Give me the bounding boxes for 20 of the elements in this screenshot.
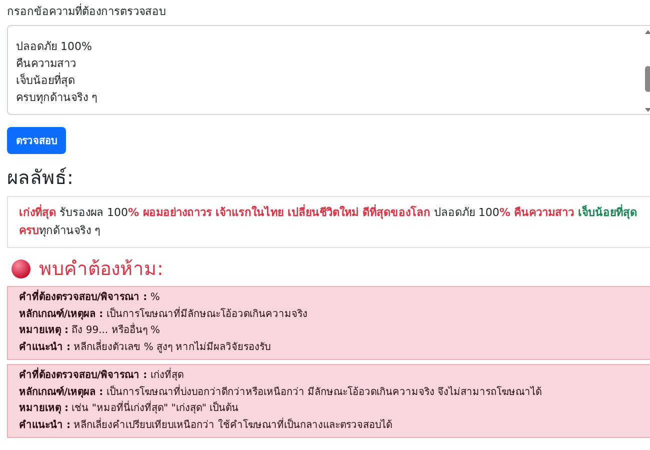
finding-line: คำแนะนำ : หลีกเลี่ยงคำเปรียบเทียบเหนือกว่า ใช้คำโฆษณาที่เป็นกลางและตรวจสอบได้ [19,418,392,432]
findings-heading: พบคำต้องห้าม: [39,257,164,281]
alert-dot-icon [11,259,31,279]
text-line: ครบทุกด้านจริง ๆ [16,90,98,106]
finding-line: หลักเกณฑ์/เหตุผล : เป็นการโฆษณาที่มีลักษณะโอ้อวดเกินความจริง [19,306,308,322]
field-label: กรอกข้อความที่ต้องการตรวจสอบ [7,2,167,20]
result-text: เก่งที่สุด รับรองผล 100% ผอมอย่างถาวร เจ้าแรกในไทย เปลี่ยนชีวิตใหม่ ดีที่สุดของโลก ปลอดภัย 100% คืนความสาว เจ็บน้อยที่สุด ครบทุกด้านจริง ๆ [7,196,650,248]
check-button[interactable]: ตรวจสอบ [7,127,66,154]
scrollbar[interactable] [644,28,650,114]
text-line: คืนความสาว [16,56,76,72]
text-line: ปลอดภัย 100% [16,39,92,55]
result-heading: ผลลัพธ์: [7,166,74,190]
text-area[interactable]: ปลอดภัย 100% คืนความสาว เจ็บน้อยที่สุด ครบทุกด้านจริง ๆ [7,25,650,115]
text-line: เจ็บน้อยที่สุด [16,72,75,89]
finding-line: หลักเกณฑ์/เหตุผล : เป็นการโฆษณาที่บ่งบอกว่าดีกว่าหรือเหนือกว่า มีลักษณะโอ้อวดเกินความจริง จึงไม่สามารถโฆษณาได้ [19,384,542,400]
finding-line: คำที่ต้องตรวจสอบ/พิจารณา : % [19,290,160,306]
finding-line: คำที่ต้องตรวจสอบ/พิจารณา : เก่งที่สุด [19,368,184,384]
finding-line: หมายเหตุ : ถึง 99... หรืออื่นๆ % [19,323,160,340]
finding-line: คำแนะนำ : หลีกเลี่ยงตัวเลข % สูงๆ หากไม่มีผลวิจัยรองรับ [19,340,271,355]
finding-line: หมายเหตุ : เช่น "หมอที่นี่เก่งที่สุด" "เก่งสุด" เป็นต้น [19,401,239,418]
